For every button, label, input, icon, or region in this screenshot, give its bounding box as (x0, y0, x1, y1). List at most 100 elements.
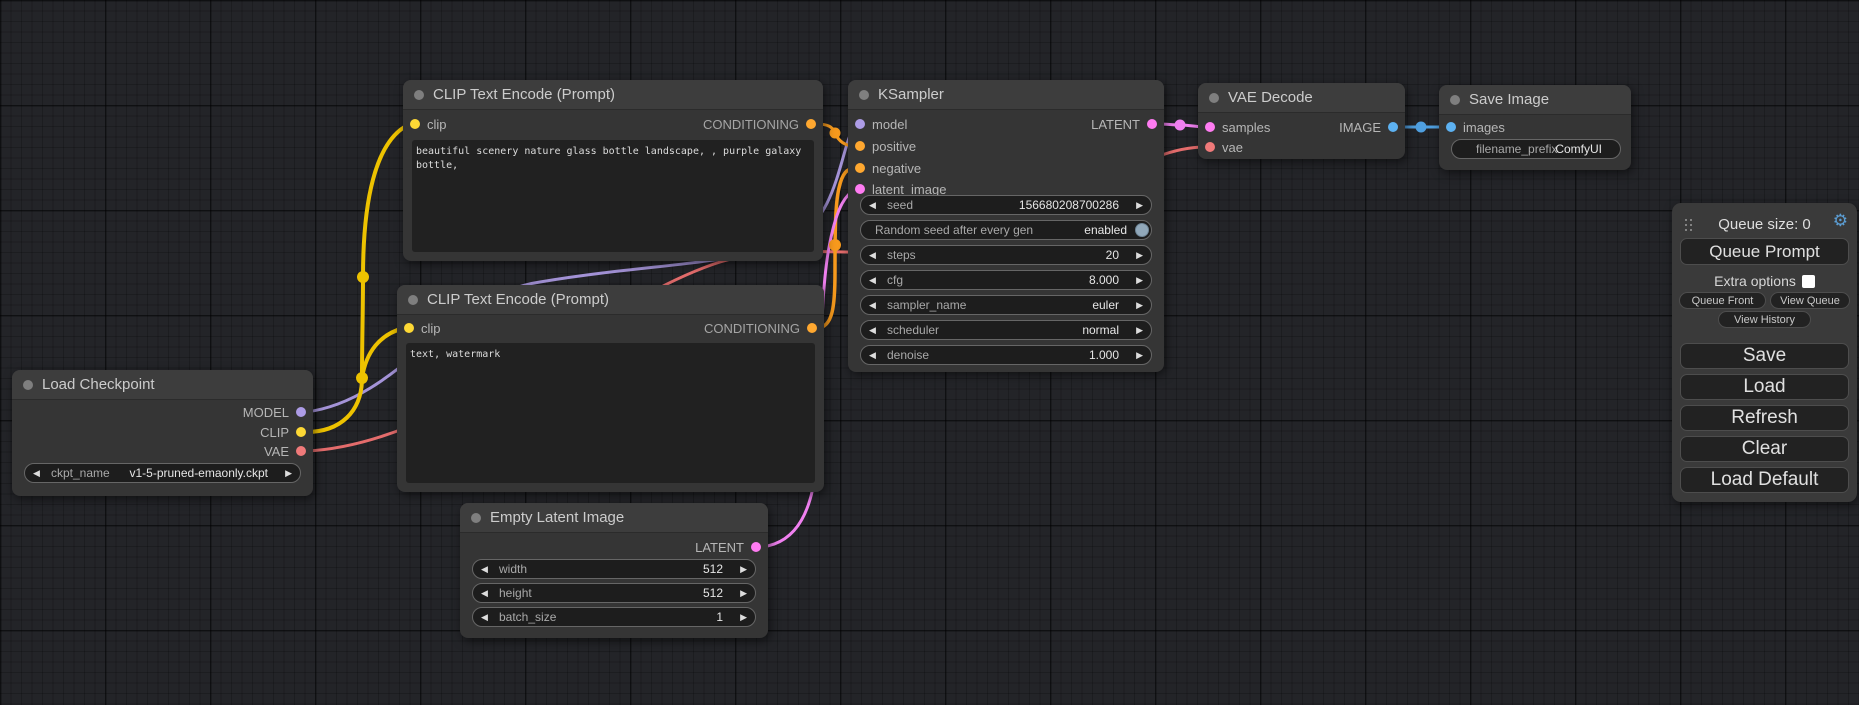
reroute-dot[interactable] (1175, 120, 1186, 131)
collapse-dot-icon[interactable] (859, 90, 869, 100)
node-clip-text-encode-negative[interactable]: CLIP Text Encode (Prompt) clip CONDITION… (397, 285, 824, 492)
output-slot-image[interactable]: IMAGE (1339, 120, 1398, 134)
output-slot-clip[interactable]: CLIP (260, 425, 306, 439)
load-button[interactable]: Load (1680, 374, 1849, 400)
node-clip-text-encode-positive[interactable]: CLIP Text Encode (Prompt) clip CONDITION… (403, 80, 823, 261)
increment-arrow-icon[interactable] (740, 560, 747, 578)
increment-arrow-icon[interactable] (1136, 271, 1143, 289)
conditioning-slot-dot[interactable] (807, 323, 817, 333)
decrement-arrow-icon[interactable] (481, 584, 488, 602)
input-slot-clip[interactable]: clip (410, 117, 447, 131)
latent-slot-dot[interactable] (1147, 119, 1157, 129)
decrement-arrow-icon[interactable] (869, 271, 876, 289)
node-save-image[interactable]: Save Image images filename_prefix ComfyU… (1439, 85, 1631, 170)
widget-cfg[interactable]: cfg 8.000 (860, 270, 1152, 290)
input-slot-samples[interactable]: samples (1205, 120, 1270, 134)
collapse-dot-icon[interactable] (414, 90, 424, 100)
queue-panel[interactable]: Queue size: 0 ⚙ Queue Prompt Extra optio… (1672, 203, 1857, 502)
node-title-bar[interactable]: KSampler (848, 80, 1164, 110)
conditioning-slot-dot[interactable] (806, 119, 816, 129)
extra-options-row[interactable]: Extra options (1672, 273, 1857, 289)
widget-ckpt-name[interactable]: ckpt_name v1-5-pruned-emaonly.ckpt (24, 463, 301, 483)
output-slot-latent[interactable]: LATENT (1091, 117, 1157, 131)
image-slot-dot[interactable] (1388, 122, 1398, 132)
increment-arrow-icon[interactable] (1136, 321, 1143, 339)
image-slot-dot[interactable] (1446, 122, 1456, 132)
widget-batch-size[interactable]: batch_size 1 (472, 607, 756, 627)
latent-slot-dot[interactable] (1205, 122, 1215, 132)
decrement-arrow-icon[interactable] (869, 296, 876, 314)
reroute-dot[interactable] (357, 271, 369, 283)
widget-scheduler[interactable]: scheduler normal (860, 320, 1152, 340)
node-title-bar[interactable]: Empty Latent Image (460, 503, 768, 533)
comfyui-canvas[interactable]: { "colors": { "clip": "#fdd835", "condit… (0, 0, 1859, 705)
node-title-bar[interactable]: VAE Decode (1198, 83, 1405, 113)
increment-arrow-icon[interactable] (1136, 346, 1143, 364)
collapse-dot-icon[interactable] (1209, 93, 1219, 103)
decrement-arrow-icon[interactable] (869, 246, 876, 264)
clip-slot-dot[interactable] (404, 323, 414, 333)
input-slot-positive[interactable]: positive (855, 139, 916, 153)
vae-slot-dot[interactable] (1205, 142, 1215, 152)
view-history-button[interactable]: View History (1718, 311, 1811, 328)
input-slot-negative[interactable]: negative (855, 161, 921, 175)
conditioning-slot-dot[interactable] (855, 163, 865, 173)
increment-arrow-icon[interactable] (1136, 196, 1143, 214)
refresh-button[interactable]: Refresh (1680, 405, 1849, 431)
latent-slot-dot[interactable] (751, 542, 761, 552)
prompt-textarea[interactable]: text, watermark (406, 343, 815, 483)
widget-filename-prefix[interactable]: filename_prefix ComfyUI (1451, 139, 1621, 159)
reroute-dot[interactable] (1416, 122, 1427, 133)
save-button[interactable]: Save (1680, 343, 1849, 369)
output-slot-model[interactable]: MODEL (243, 405, 306, 419)
gear-icon[interactable]: ⚙ (1833, 212, 1848, 229)
increment-arrow-icon[interactable] (1136, 246, 1143, 264)
conditioning-slot-dot[interactable] (855, 141, 865, 151)
decrement-arrow-icon[interactable] (869, 346, 876, 364)
decrement-arrow-icon[interactable] (869, 196, 876, 214)
decrement-arrow-icon[interactable] (33, 464, 40, 482)
toggle-knob-icon[interactable] (1135, 223, 1149, 237)
output-slot-vae[interactable]: VAE (264, 444, 306, 458)
reroute-dot[interactable] (356, 372, 368, 384)
widget-steps[interactable]: steps 20 (860, 245, 1152, 265)
model-slot-dot[interactable] (855, 119, 865, 129)
reroute-dot[interactable] (829, 239, 841, 251)
increment-arrow-icon[interactable] (1136, 296, 1143, 314)
node-empty-latent-image[interactable]: Empty Latent Image LATENT width 512 heig… (460, 503, 768, 638)
prompt-textarea[interactable]: beautiful scenery nature glass bottle la… (412, 140, 814, 252)
collapse-dot-icon[interactable] (408, 295, 418, 305)
latent-slot-dot[interactable] (855, 184, 865, 194)
input-slot-latent-image[interactable]: latent_image (855, 182, 946, 196)
collapse-dot-icon[interactable] (23, 380, 33, 390)
vae-slot-dot[interactable] (296, 446, 306, 456)
node-title-bar[interactable]: Load Checkpoint (12, 370, 313, 400)
increment-arrow-icon[interactable] (740, 608, 747, 626)
output-slot-conditioning[interactable]: CONDITIONING (703, 117, 816, 131)
output-slot-conditioning[interactable]: CONDITIONING (704, 321, 817, 335)
queue-prompt-button[interactable]: Queue Prompt (1680, 238, 1849, 265)
widget-seed[interactable]: seed 156680208700286 (860, 195, 1152, 215)
widget-random-seed-toggle[interactable]: Random seed after every gen enabled (860, 220, 1152, 240)
input-slot-model[interactable]: model (855, 117, 907, 131)
increment-arrow-icon[interactable] (285, 464, 292, 482)
output-slot-latent[interactable]: LATENT (695, 540, 761, 554)
increment-arrow-icon[interactable] (740, 584, 747, 602)
widget-sampler-name[interactable]: sampler_name euler (860, 295, 1152, 315)
clip-slot-dot[interactable] (296, 427, 306, 437)
node-title-bar[interactable]: CLIP Text Encode (Prompt) (403, 80, 823, 110)
node-title-bar[interactable]: Save Image (1439, 85, 1631, 115)
collapse-dot-icon[interactable] (471, 513, 481, 523)
view-queue-button[interactable]: View Queue (1770, 292, 1850, 309)
load-default-button[interactable]: Load Default (1680, 467, 1849, 493)
node-load-checkpoint[interactable]: Load Checkpoint MODEL CLIP VAE ckpt_name… (12, 370, 313, 496)
clip-slot-dot[interactable] (410, 119, 420, 129)
node-title-bar[interactable]: CLIP Text Encode (Prompt) (397, 285, 824, 315)
model-slot-dot[interactable] (296, 407, 306, 417)
decrement-arrow-icon[interactable] (481, 560, 488, 578)
extra-options-checkbox[interactable] (1802, 275, 1815, 288)
collapse-dot-icon[interactable] (1450, 95, 1460, 105)
decrement-arrow-icon[interactable] (481, 608, 488, 626)
input-slot-vae[interactable]: vae (1205, 140, 1243, 154)
node-vae-decode[interactable]: VAE Decode samples vae IMAGE (1198, 83, 1405, 159)
